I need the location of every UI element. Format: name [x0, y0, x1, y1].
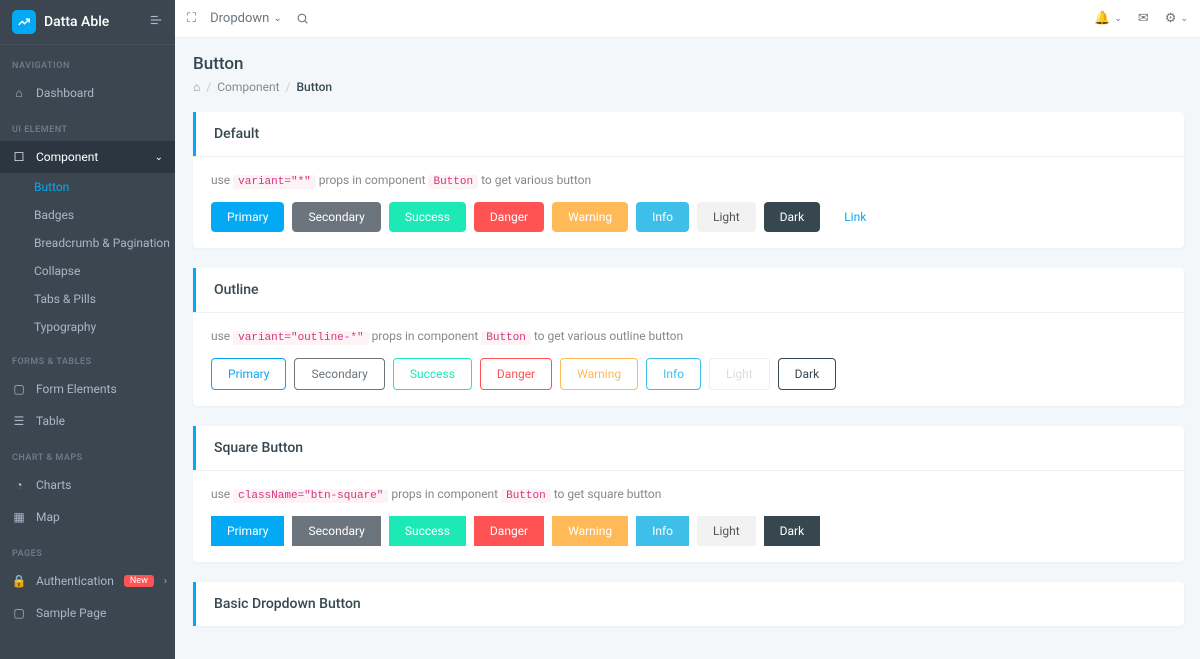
card-desc: use className="btn-square" props in comp… [211, 487, 1166, 502]
search-icon[interactable] [296, 12, 309, 25]
btn-info[interactable]: Info [636, 202, 689, 232]
nav-component[interactable]: ☐ Component ⌄ [0, 141, 175, 173]
btn-sq-dark[interactable]: Dark [764, 516, 821, 546]
map-icon: ▦ [12, 510, 26, 524]
nav-sub-badges[interactable]: Badges [0, 201, 175, 229]
nav-sub-tabs[interactable]: Tabs & Pills [0, 285, 175, 313]
brand-logo[interactable]: Datta Able [0, 0, 175, 45]
page-title: Button [193, 54, 1184, 74]
btn-outline-success[interactable]: Success [393, 358, 472, 390]
btn-sq-info[interactable]: Info [636, 516, 689, 546]
card-title: Square Button [193, 426, 1184, 470]
mail-icon[interactable]: ✉ [1138, 11, 1149, 26]
breadcrumb: ⌂ / Component / Button [193, 80, 1184, 94]
btn-outline-secondary[interactable]: Secondary [294, 358, 384, 390]
btn-outline-warning[interactable]: Warning [560, 358, 638, 390]
sidebar-icon: ▢ [12, 606, 26, 620]
crumb-current: Button [296, 80, 332, 94]
nav-dashboard[interactable]: ⌂ Dashboard [0, 77, 175, 109]
card-outline: Outline use variant="outline-*" props in… [193, 268, 1184, 406]
btn-outline-light[interactable]: Light [709, 358, 770, 390]
server-icon: ☰ [12, 414, 26, 428]
btn-sq-danger[interactable]: Danger [474, 516, 544, 546]
bell-icon[interactable]: 🔔⌄ [1094, 11, 1122, 26]
card-desc: use variant="outline-*" props in compone… [211, 329, 1166, 344]
btn-outline-danger[interactable]: Danger [480, 358, 552, 390]
file-icon: ▢ [12, 382, 26, 396]
btn-sq-success[interactable]: Success [389, 516, 466, 546]
nav-sub-collapse[interactable]: Collapse [0, 257, 175, 285]
card-title: Default [193, 112, 1184, 156]
card-title: Basic Dropdown Button [193, 582, 1184, 626]
btn-sq-primary[interactable]: Primary [211, 516, 284, 546]
nav-authentication[interactable]: 🔒 Authentication New › [0, 565, 175, 597]
card-desc: use variant="*" props in component Butto… [211, 173, 1166, 188]
btn-outline-info[interactable]: Info [646, 358, 701, 390]
fullscreen-icon[interactable]: ⛶ [187, 11, 196, 26]
btn-primary[interactable]: Primary [211, 202, 284, 232]
topbar-dropdown[interactable]: Dropdown ⌄ [210, 11, 282, 26]
nav-form-elements[interactable]: ▢ Form Elements [0, 373, 175, 405]
btn-success[interactable]: Success [389, 202, 466, 232]
btn-danger[interactable]: Danger [474, 202, 544, 232]
btn-outline-dark[interactable]: Dark [778, 358, 837, 390]
btn-sq-warning[interactable]: Warning [552, 516, 628, 546]
nav-sub-button[interactable]: Button [0, 173, 175, 201]
btn-link[interactable]: Link [828, 202, 882, 232]
nav-map[interactable]: ▦ Map [0, 501, 175, 533]
section-chart: CHART & MAPS [0, 437, 175, 469]
sidebar-toggle-icon[interactable] [149, 13, 163, 31]
card-dropdown: Basic Dropdown Button [193, 582, 1184, 626]
nav-sub-breadcrumb[interactable]: Breadcrumb & Pagination [0, 229, 175, 257]
chevron-right-icon: › [164, 576, 167, 587]
new-badge: New [124, 575, 154, 587]
card-square: Square Button use className="btn-square"… [193, 426, 1184, 562]
nav-charts[interactable]: ◔ Charts [0, 469, 175, 501]
section-navigation: NAVIGATION [0, 45, 175, 77]
section-pages: PAGES [0, 533, 175, 565]
gear-icon[interactable]: ⚙⌄ [1165, 11, 1188, 26]
nav-table[interactable]: ☰ Table [0, 405, 175, 437]
btn-sq-secondary[interactable]: Secondary [292, 516, 380, 546]
topbar: ⛶ Dropdown ⌄ 🔔⌄ ✉ ⚙⌄ [175, 0, 1200, 38]
crumb-component[interactable]: Component [217, 80, 279, 94]
nav-sub-typography[interactable]: Typography [0, 313, 175, 341]
pie-icon: ◔ [12, 478, 26, 492]
box-icon: ☐ [12, 150, 26, 164]
btn-warning[interactable]: Warning [552, 202, 628, 232]
card-default: Default use variant="*" props in compone… [193, 112, 1184, 248]
logo-icon [12, 10, 36, 34]
sidebar: Datta Able NAVIGATION ⌂ Dashboard UI ELE… [0, 0, 175, 659]
nav-sample-page[interactable]: ▢ Sample Page [0, 597, 175, 629]
btn-light[interactable]: Light [697, 202, 756, 232]
lock-icon: 🔒 [12, 574, 26, 588]
chevron-down-icon: ⌄ [273, 13, 281, 24]
home-icon[interactable]: ⌂ [193, 80, 200, 94]
section-forms: FORMS & TABLES [0, 341, 175, 373]
btn-sq-light[interactable]: Light [697, 516, 756, 546]
btn-dark[interactable]: Dark [764, 202, 821, 232]
btn-outline-primary[interactable]: Primary [211, 358, 286, 390]
home-icon: ⌂ [12, 86, 26, 100]
card-title: Outline [193, 268, 1184, 312]
section-ui: UI ELEMENT [0, 109, 175, 141]
chevron-down-icon: ⌄ [155, 152, 163, 163]
btn-secondary[interactable]: Secondary [292, 202, 380, 232]
brand-name: Datta Able [44, 14, 109, 30]
